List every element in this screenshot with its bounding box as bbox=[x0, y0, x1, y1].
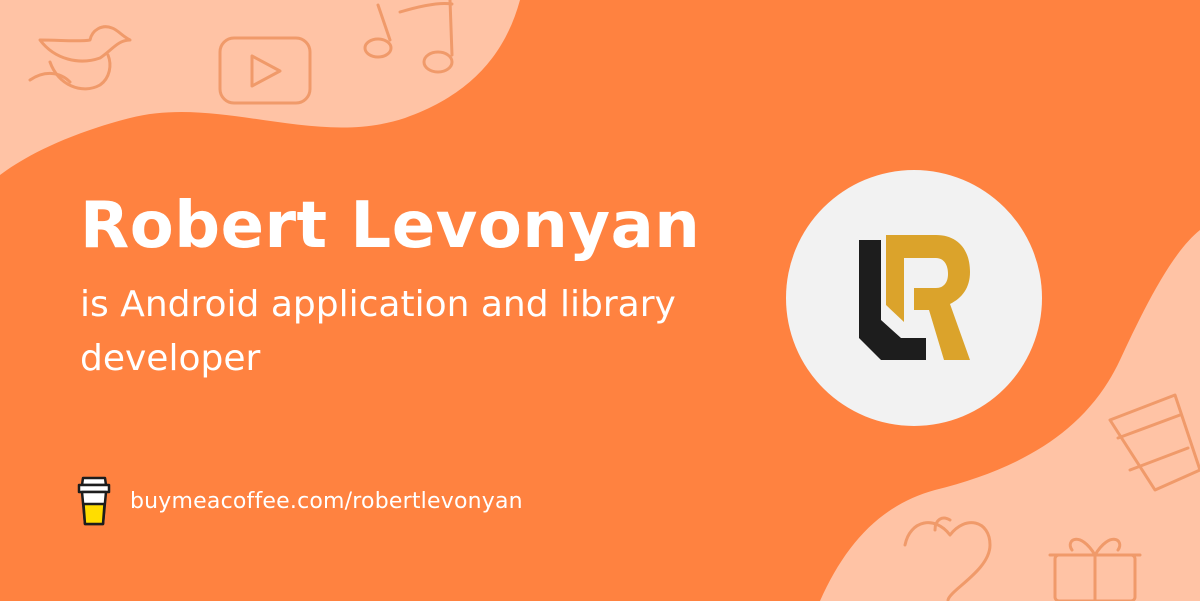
creator-tagline: is Android application and library devel… bbox=[80, 284, 676, 379]
avatar bbox=[786, 170, 1042, 426]
support-link-url: buymeacoffee.com/robertlevonyan bbox=[130, 488, 523, 514]
coffee-cup-icon bbox=[77, 476, 111, 526]
creator-banner: Robert Levonyan is Android application a… bbox=[0, 0, 1200, 601]
creator-name: Robert Levonyan bbox=[80, 189, 701, 263]
support-link[interactable]: buymeacoffee.com/robertlevonyan bbox=[76, 474, 523, 528]
lr-logo bbox=[859, 235, 970, 360]
